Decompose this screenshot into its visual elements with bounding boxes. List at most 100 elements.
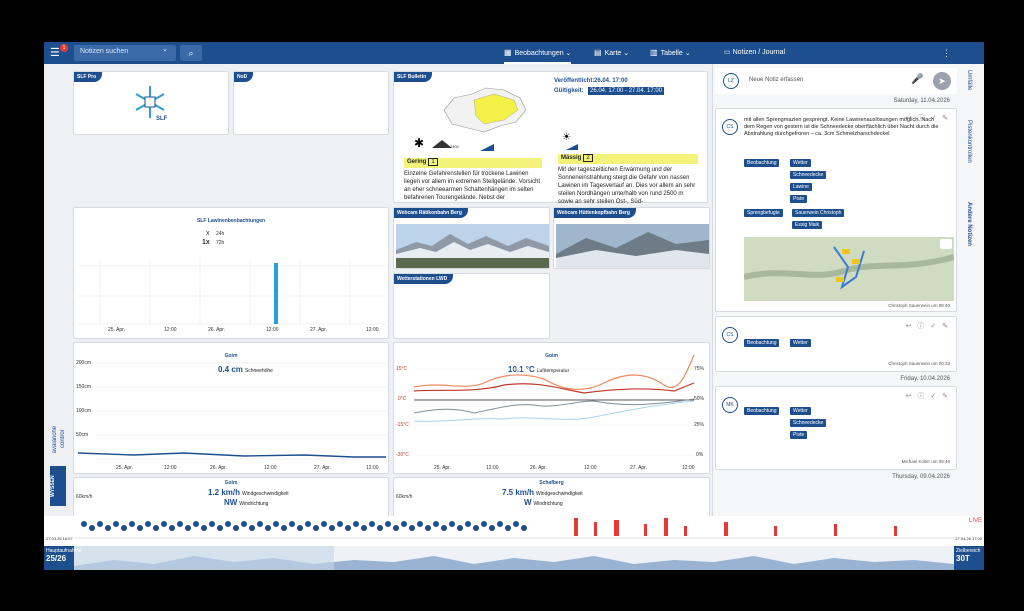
x-tick: 12:00 (584, 465, 597, 471)
mountain-icon (432, 140, 452, 148)
live-indicator[interactable]: LIVE (969, 518, 982, 524)
timeline-overview (74, 546, 954, 570)
tag-chip[interactable]: Beobachtung (744, 407, 780, 415)
x-tick: 12:00 (164, 327, 177, 333)
y-tick: 200cm (76, 360, 92, 366)
microphone-icon[interactable]: 🎤 (911, 74, 923, 85)
wind-card-schafberg[interactable]: Schafberg 7.5 km/h Windgeschwindigkeit W… (393, 477, 710, 517)
webcam-raetikon-card[interactable]: Webcam Rätikonbahn Berg (393, 207, 550, 269)
timeline-end-date: 27.04.26 17:00 (955, 536, 982, 541)
timeline-activity (74, 518, 954, 539)
tag-chip[interactable]: Wetter (790, 159, 811, 167)
side-tab-pistenkontrollen[interactable]: Pistenkontrollen (966, 120, 972, 163)
send-icon[interactable]: ➤ (933, 72, 951, 90)
chart-title: Schafberg (539, 480, 564, 486)
search-button[interactable]: ⌕ (180, 45, 202, 61)
date-separator: Thursday, 09.04.2026 (892, 474, 950, 480)
side-tab-andere-notizen[interactable]: Andere Notizen (966, 202, 972, 246)
top-bar: ☰ 1 Notizen suchen ⌄ ⌕ ▦ Beobachtungen ⌄ … (44, 42, 984, 64)
x-tick: 27. Apr. (314, 465, 331, 471)
slope-icon (566, 144, 578, 150)
comment-icon: ▭ (724, 49, 731, 56)
x-tick: 25. Apr. (434, 465, 451, 471)
x-tick: 25. Apr. (108, 327, 125, 333)
slf-bulletin-card[interactable]: SLF Bulletin Veröffentlicht: 26.04. 17:0… (393, 71, 708, 204)
temperature-card[interactable]: Goim 10.1 °C Lufttemperatur 15°C 0°C -15… (393, 342, 710, 474)
tab-beobachtungen[interactable]: ▦ Beobachtungen ⌄ (504, 42, 572, 64)
tag-chip[interactable]: Wetter (790, 339, 811, 347)
danger-level-massig: Mässig 2 (558, 154, 698, 164)
tag-chip[interactable]: Piste (790, 195, 808, 203)
danger-level-1-icon: ✱ (414, 136, 425, 150)
notes-panel-title: ▭ Notizen / Journal (724, 49, 786, 56)
tab-karte[interactable]: ▤ Karte ⌄ (594, 42, 629, 64)
danger-level-2-icon: ☀ (562, 132, 571, 143)
notes-search-input[interactable]: Notizen suchen (74, 45, 176, 61)
side-tab-unfaelle[interactable]: Umfälle (966, 70, 972, 90)
new-note-input[interactable]: LZ Neue Notiz erfassen 🎤 ➤ (715, 68, 957, 94)
app-screen: ☰ 1 Notizen suchen ⌄ ⌕ ▦ Beobachtungen ⌄ … (44, 42, 984, 570)
y-tick: 60km/h (396, 494, 413, 500)
tag-chip[interactable]: Sauerwein Christoph (792, 209, 845, 217)
y-tick-right: 25% (694, 422, 705, 428)
snow-height-card[interactable]: Goim 0.4 cm Schneehöhe 200cm 150cm 100cm… (73, 342, 389, 474)
tag-chip[interactable]: Essig Maik (792, 221, 823, 229)
y-tick: 150cm (76, 384, 92, 390)
timeline-left-box[interactable]: Hauptaufnahme 25/26 (44, 546, 82, 570)
tag-chip[interactable]: Piste (790, 431, 808, 439)
y-tick: 15°C (396, 366, 408, 372)
tag-chip[interactable]: Schneedecke (790, 171, 827, 179)
lawinen-chart-card[interactable]: SLF Lawinenbeobachtungen x 24h 1x 72h 25… (73, 207, 389, 339)
card-label: SLF Bulletin (394, 72, 433, 82)
note-meta: Christoph Sauerwein um 00:33 (888, 361, 950, 366)
avatar: CS (722, 119, 738, 135)
note-text: mit allen Sprengmazien gesprengt. Keine … (744, 117, 939, 137)
brand-control: control (60, 430, 66, 449)
card-label: NoD (234, 72, 254, 82)
x-tick: 12:00 (266, 327, 279, 333)
snow-height-plot (77, 362, 386, 460)
y-tick: 100cm (76, 408, 92, 414)
avalanche-bar (274, 263, 278, 324)
wind-speed: 7.5 km/h Windgeschwindigkeit (502, 488, 583, 497)
tag-chip[interactable]: Lawine (790, 183, 812, 191)
elevation-label: 2400 (450, 144, 459, 149)
date-separator: Saturday, 11.04.2026 (893, 98, 951, 104)
tag-chip[interactable]: Wetter (790, 407, 811, 415)
wyssen-logo: WYSSEN (50, 466, 66, 506)
tag-chip[interactable]: Sprengbefugte (744, 209, 783, 217)
slf-pro-card[interactable]: SLF Pro SLF (73, 71, 229, 135)
wind-card-goim[interactable]: Goim 1.2 km/h Windgeschwindigkeit NW Win… (73, 477, 389, 517)
note-card[interactable]: CS ↩ ⓘ ✓ ✎ Beobachtung Wetter Christoph … (715, 316, 957, 372)
note-map[interactable] (744, 237, 954, 301)
tag-chip[interactable]: Beobachtung (744, 159, 780, 167)
y-tick-right: 0% (696, 452, 704, 458)
timeline[interactable]: LIVE 27.03.26 18:57 27.04.26 17:00 Haupt… (44, 516, 984, 570)
x-tick: 12:00 (164, 465, 177, 471)
x-tick: 12:00 (264, 465, 277, 471)
nod-card[interactable]: NoD (233, 71, 389, 135)
wetterstationen-card[interactable]: Wetterstationen LWD (393, 273, 550, 339)
more-options-icon[interactable]: ⋮ (942, 42, 951, 64)
avatar: CS (722, 327, 738, 343)
webcam-huettenkopf-card[interactable]: Webcam Hüttenkopfbahn Berg (553, 207, 710, 269)
card-label: SLF Pro (74, 72, 103, 82)
chevron-down-icon[interactable]: ⌄ (162, 45, 168, 53)
note-actions[interactable]: ↩ ⓘ ✓ ✎ (906, 391, 950, 401)
tag-chip[interactable]: Schneedecke (790, 419, 827, 427)
note-actions[interactable]: ↩ ⓘ ✓ ✎ (906, 321, 950, 331)
x-tick: 26. Apr. (208, 327, 225, 333)
x-tick: 27. Apr. (630, 465, 647, 471)
tag-chip[interactable]: Beobachtung (744, 339, 780, 347)
valid-value: 26.04. 17:00 - 27.04. 17:00 (588, 87, 665, 95)
slf-logo-icon: SLF (135, 86, 168, 122)
timeline-right-box[interactable]: Zielbereich 30T (954, 546, 984, 570)
wyssen-brand: WYSSEN avalanche control (50, 426, 68, 506)
bar-chart-icon: ▥ (650, 48, 658, 57)
published-label: Veröffentlicht: (554, 78, 595, 84)
note-card[interactable]: MK ↩ ⓘ ✓ ✎ Beobachtung Wetter Schneedeck… (715, 386, 957, 470)
tab-tabelle[interactable]: ▥ Tabelle ⌄ (650, 42, 691, 64)
notification-badge: 1 (60, 44, 68, 52)
timeline-start-date: 27.03.26 18:57 (46, 536, 73, 541)
note-card[interactable]: CS ↩ ⓘ ✓ ✎ mit allen Sprengmazien gespre… (715, 108, 957, 312)
